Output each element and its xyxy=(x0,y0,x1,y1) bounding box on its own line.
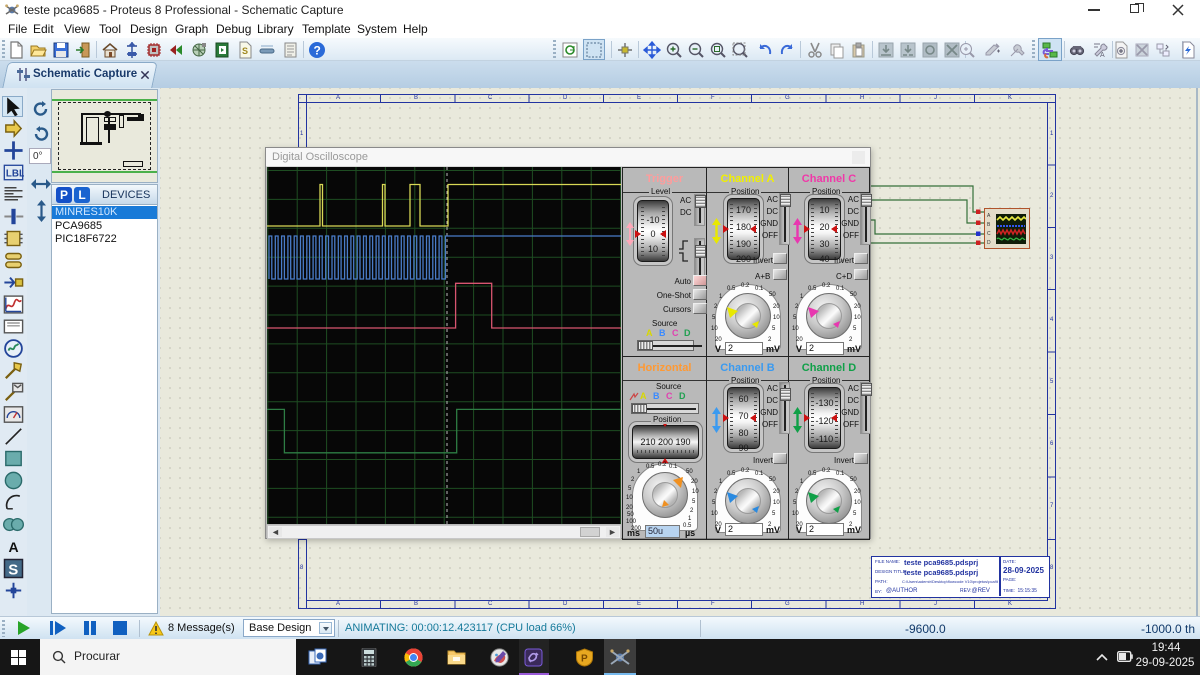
svg-text:A: A xyxy=(1100,52,1105,59)
svg-text:LBL: LBL xyxy=(6,168,24,179)
svg-text:P: P xyxy=(581,654,588,665)
svg-text:?: ? xyxy=(314,44,321,58)
svg-text:S: S xyxy=(8,562,18,579)
svg-text:S: S xyxy=(242,46,248,56)
